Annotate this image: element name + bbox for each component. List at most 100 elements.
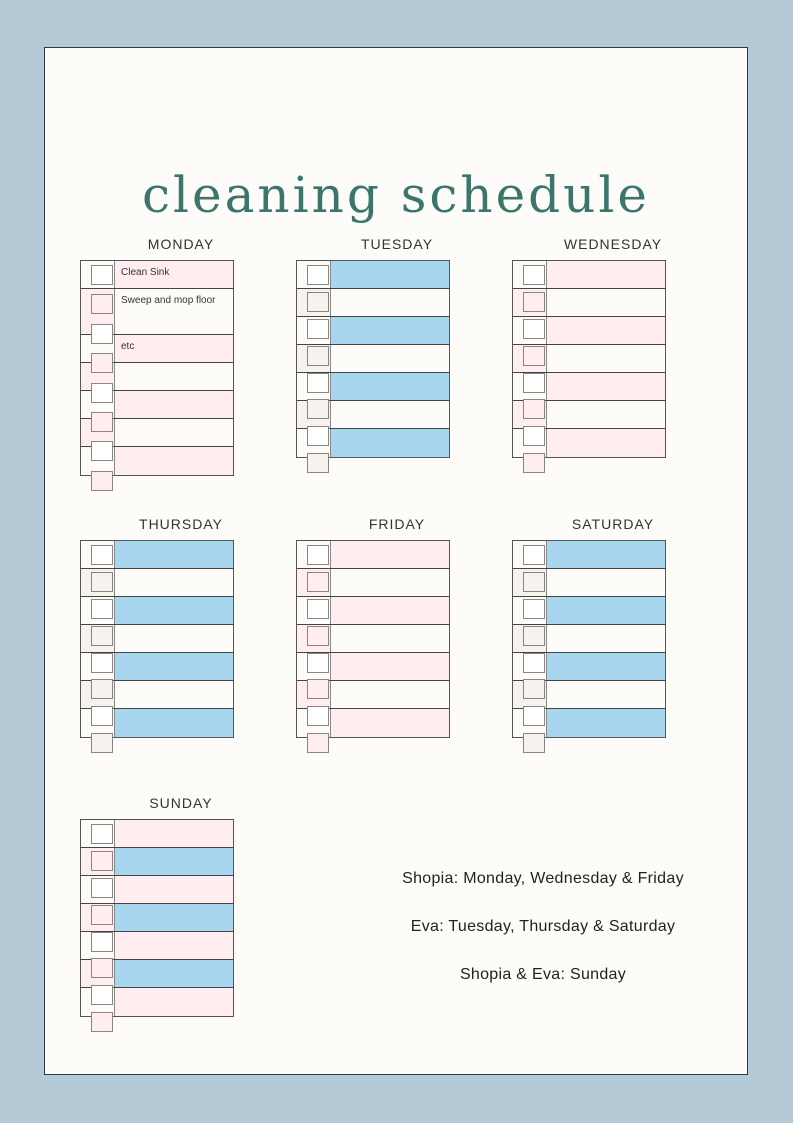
checkbox[interactable] — [91, 679, 113, 699]
task-cell[interactable] — [331, 401, 449, 428]
checkbox[interactable] — [523, 453, 545, 473]
task-cell[interactable] — [547, 429, 665, 457]
checkbox[interactable] — [91, 706, 113, 726]
checkbox[interactable] — [307, 265, 329, 285]
task-cell[interactable] — [547, 625, 665, 652]
task-cell[interactable]: Clean Sink — [115, 261, 233, 288]
task-cell[interactable] — [547, 373, 665, 400]
checkbox[interactable] — [307, 319, 329, 339]
checkbox[interactable] — [91, 353, 113, 373]
checkbox[interactable] — [307, 706, 329, 726]
task-cell[interactable] — [115, 904, 233, 931]
checkbox[interactable] — [91, 545, 113, 565]
checkbox[interactable] — [523, 265, 545, 285]
task-cell[interactable] — [331, 597, 449, 624]
task-cell[interactable]: Sweep and mop floor — [115, 289, 233, 334]
task-cell[interactable] — [115, 653, 233, 680]
checkbox[interactable] — [91, 905, 113, 925]
task-cell[interactable]: etc — [115, 335, 233, 362]
checkbox[interactable] — [91, 733, 113, 753]
checkbox[interactable] — [91, 265, 113, 285]
checkbox[interactable] — [523, 679, 545, 699]
task-cell[interactable] — [547, 317, 665, 344]
task-cell[interactable] — [115, 988, 233, 1016]
task-cell[interactable] — [331, 261, 449, 288]
task-cell[interactable] — [547, 289, 665, 316]
task-cell[interactable] — [115, 848, 233, 875]
checkbox[interactable] — [307, 292, 329, 312]
checkbox[interactable] — [523, 706, 545, 726]
checkbox[interactable] — [91, 824, 113, 844]
checkbox[interactable] — [91, 932, 113, 952]
checkbox[interactable] — [91, 471, 113, 491]
task-cell[interactable] — [115, 876, 233, 903]
task-cell[interactable] — [115, 625, 233, 652]
checkbox[interactable] — [91, 383, 113, 403]
checkbox[interactable] — [307, 733, 329, 753]
task-cell[interactable] — [331, 541, 449, 568]
checkbox[interactable] — [91, 653, 113, 673]
checkbox[interactable] — [523, 373, 545, 393]
checkbox[interactable] — [523, 626, 545, 646]
checkbox[interactable] — [307, 653, 329, 673]
task-cell[interactable] — [331, 625, 449, 652]
checkbox[interactable] — [523, 292, 545, 312]
checkbox[interactable] — [307, 599, 329, 619]
task-cell[interactable] — [331, 317, 449, 344]
task-cell[interactable] — [115, 447, 233, 475]
task-cell[interactable] — [331, 373, 449, 400]
checkbox[interactable] — [91, 324, 113, 344]
task-cell[interactable] — [547, 401, 665, 428]
checkbox[interactable] — [523, 319, 545, 339]
task-cell[interactable] — [331, 569, 449, 596]
checkbox[interactable] — [523, 572, 545, 592]
checkbox[interactable] — [307, 679, 329, 699]
task-cell[interactable] — [331, 429, 449, 457]
task-cell[interactable] — [115, 363, 233, 390]
checkbox[interactable] — [307, 545, 329, 565]
checkbox[interactable] — [91, 985, 113, 1005]
task-cell[interactable] — [115, 960, 233, 987]
checkbox[interactable] — [307, 453, 329, 473]
checkbox[interactable] — [91, 958, 113, 978]
checkbox[interactable] — [523, 426, 545, 446]
checkbox[interactable] — [307, 426, 329, 446]
task-cell[interactable] — [547, 597, 665, 624]
task-cell[interactable] — [331, 289, 449, 316]
task-cell[interactable] — [115, 932, 233, 959]
task-cell[interactable] — [115, 569, 233, 596]
task-cell[interactable] — [115, 391, 233, 418]
task-cell[interactable] — [547, 653, 665, 680]
task-cell[interactable] — [547, 681, 665, 708]
task-cell[interactable] — [115, 541, 233, 568]
checkbox[interactable] — [91, 878, 113, 898]
checkbox[interactable] — [523, 399, 545, 419]
checkbox[interactable] — [307, 626, 329, 646]
task-cell[interactable] — [547, 261, 665, 288]
task-cell[interactable] — [115, 681, 233, 708]
task-cell[interactable] — [331, 653, 449, 680]
checkbox[interactable] — [523, 733, 545, 753]
checkbox[interactable] — [91, 441, 113, 461]
task-cell[interactable] — [115, 419, 233, 446]
checkbox[interactable] — [91, 572, 113, 592]
checkbox[interactable] — [91, 626, 113, 646]
checkbox[interactable] — [307, 373, 329, 393]
task-cell[interactable] — [331, 681, 449, 708]
checkbox[interactable] — [91, 412, 113, 432]
checkbox[interactable] — [307, 346, 329, 366]
task-cell[interactable] — [547, 345, 665, 372]
checkbox[interactable] — [523, 599, 545, 619]
task-cell[interactable] — [115, 597, 233, 624]
checkbox[interactable] — [523, 653, 545, 673]
checkbox[interactable] — [91, 599, 113, 619]
task-cell[interactable] — [547, 541, 665, 568]
task-cell[interactable] — [115, 820, 233, 847]
task-cell[interactable] — [547, 709, 665, 737]
checkbox[interactable] — [307, 399, 329, 419]
task-cell[interactable] — [331, 345, 449, 372]
checkbox[interactable] — [91, 294, 113, 314]
task-cell[interactable] — [115, 709, 233, 737]
checkbox[interactable] — [91, 1012, 113, 1032]
task-cell[interactable] — [547, 569, 665, 596]
